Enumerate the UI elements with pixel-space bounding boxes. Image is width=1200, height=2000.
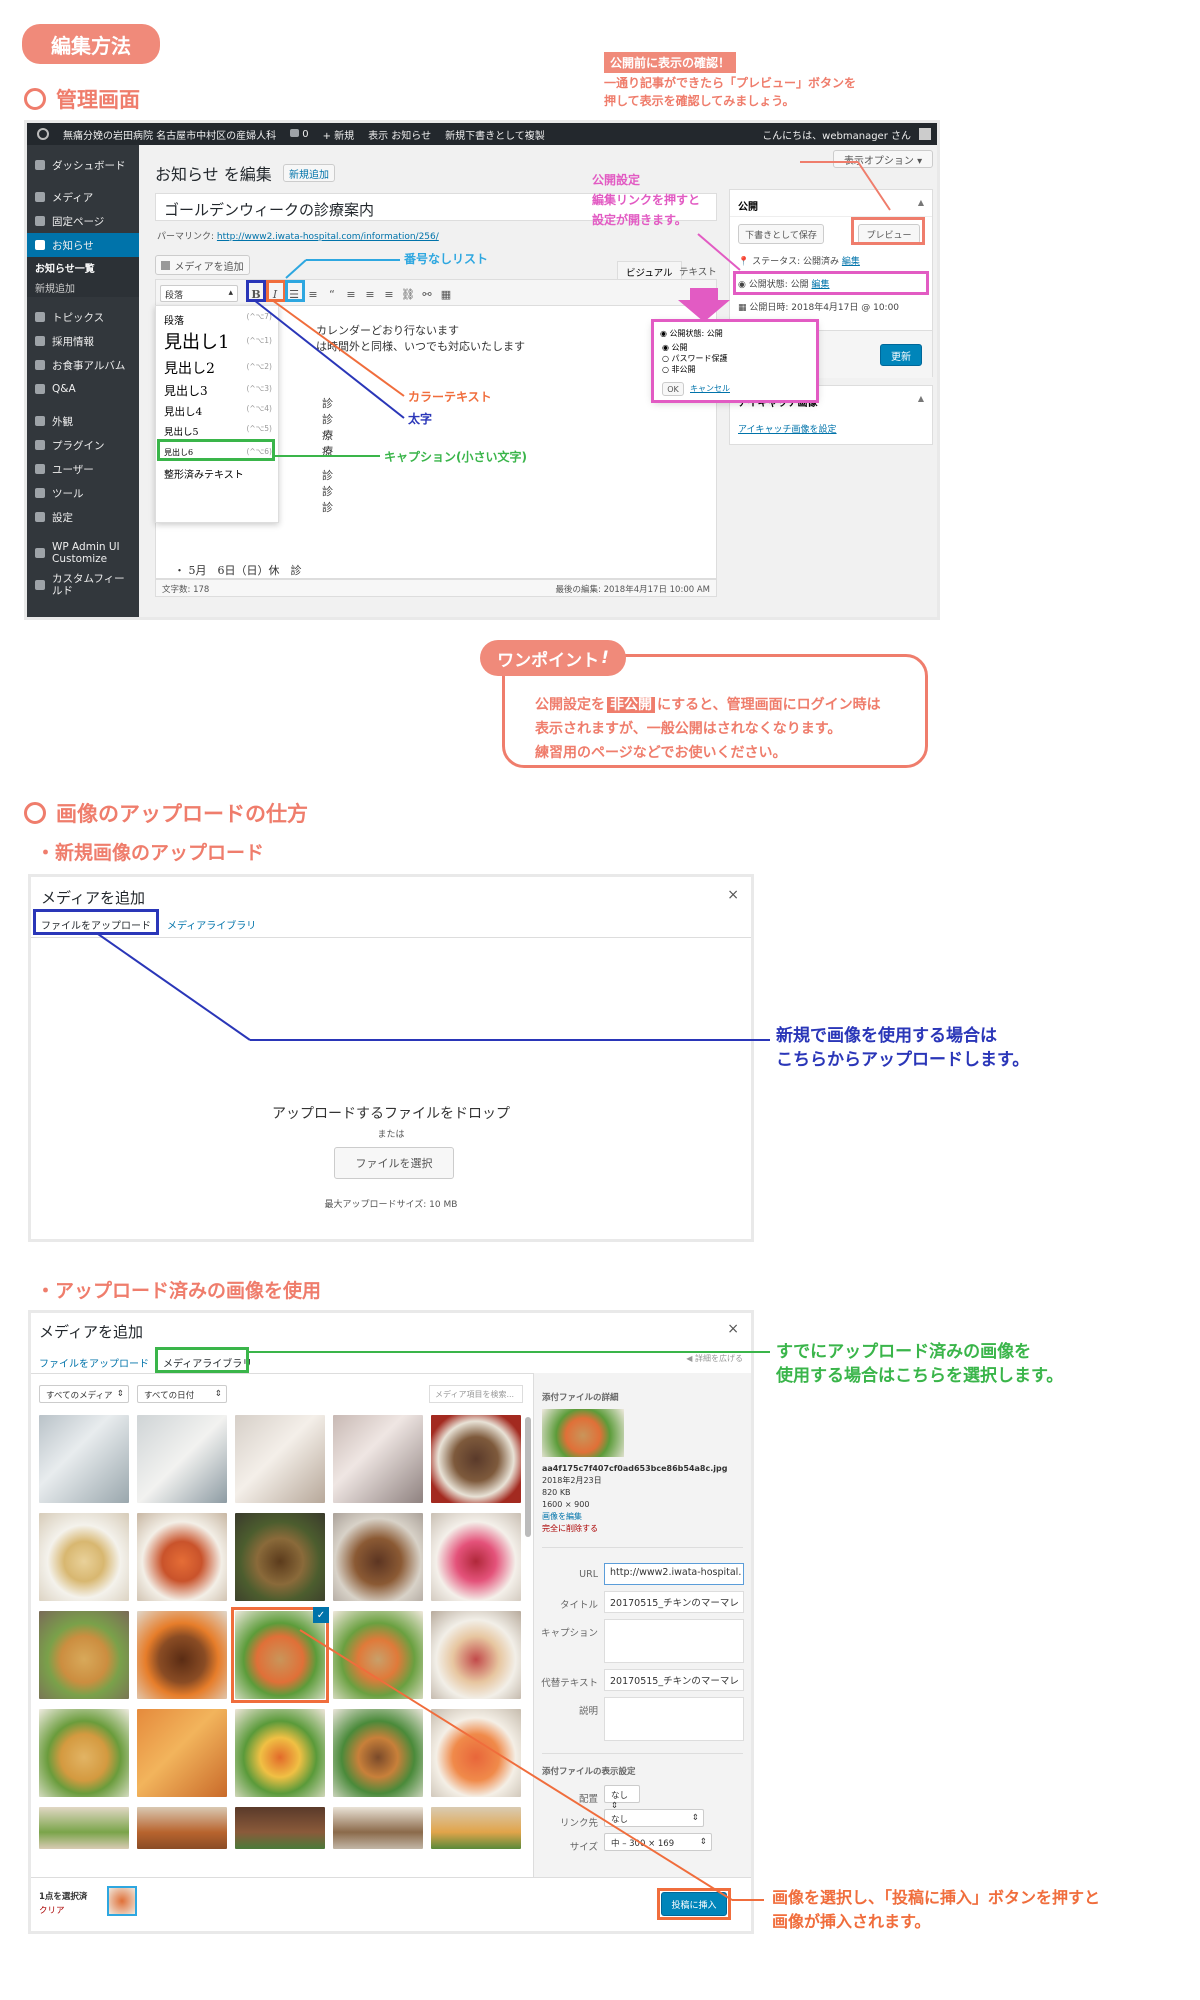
bold-callout: 太字	[408, 412, 433, 426]
section-heading-upload-label: 画像のアップロードの仕方	[56, 802, 308, 826]
max-upload-size: 最大アップロードサイズ: 10 MB	[324, 1200, 458, 1210]
insert-note: 画像を選択し、「投稿に挿入」ボタンを押すと 画像が挿入されます。	[772, 1886, 1100, 1934]
onepoint-line-2: 表示されますが、一般公開はされなくなります。	[535, 721, 842, 737]
upload-note: 新規で画像を使用する場合は こちらからアップロードします。	[776, 1024, 1029, 1072]
or-text: または	[377, 1130, 405, 1140]
select-files-button[interactable]: ファイルを選択	[334, 1147, 454, 1179]
drop-files-text: アップロードするファイルをドロップ	[272, 1106, 510, 1122]
admin-connector-lines	[253, 161, 891, 457]
section-heading-upload: 画像のアップロードの仕方	[24, 798, 308, 828]
upload-note-line: 新規で画像を使用する場合は	[776, 1026, 997, 1046]
onepoint-private-badge: 非公開	[607, 697, 655, 713]
library-note: すでにアップロード済みの画像を 使用する場合はこちらを選択します。	[776, 1340, 1063, 1388]
color-text-callout: カラーテキスト	[408, 390, 492, 404]
onepoint-text-part: 公開設定を	[535, 697, 605, 713]
onepoint-text-part: にすると、管理画面にログイン時は	[657, 697, 881, 713]
publish-setting-callout: 公開設定 編集リンクを押すと 設定が開きます。	[592, 170, 700, 230]
publish-callout-line: 編集リンクを押すと	[592, 193, 701, 207]
subheading-existing: ・アップロード済みの画像を使用	[36, 1280, 322, 1302]
bullet-list-callout: 番号なしリスト	[404, 252, 489, 266]
upload-note-line: こちらからアップロードします。	[776, 1050, 1030, 1070]
publish-callout-line: 設定が開きます。	[592, 213, 687, 227]
onepoint-line-3: 練習用のページなどでお使いください。	[535, 745, 787, 761]
library-note-line: すでにアップロード済みの画像を	[776, 1342, 1032, 1362]
subheading-new-upload: ・新規画像のアップロード	[36, 842, 265, 864]
onepoint-line-1: 公開設定を 非公開 にすると、管理画面にログイン時は	[535, 693, 881, 717]
onepoint-pill: ワンポイント!	[480, 640, 626, 676]
onepoint-title: ワンポイント	[497, 650, 600, 671]
onepoint-text: 公開設定を 非公開 にすると、管理画面にログイン時は 表示されますが、一般公開はされ…	[535, 693, 881, 765]
library-note-line: 使用する場合はこちらを選択します。	[776, 1366, 1064, 1386]
caption-callout: キャプション(小さい文字)	[384, 450, 527, 464]
insert-note-line: 画像が挿入されます。	[772, 1912, 931, 1931]
exclamation-icon: !	[601, 648, 609, 668]
insert-note-line: 画像を選択し、「投稿に挿入」ボタンを押すと	[772, 1888, 1101, 1907]
ring-icon	[24, 802, 46, 824]
publish-callout-line: 公開設定	[592, 173, 641, 187]
tutorial-page: 編集方法 管理画面 公開前に表示の確認！ 一通り記事ができたら「プレビュー」ボタ…	[0, 0, 1200, 2000]
